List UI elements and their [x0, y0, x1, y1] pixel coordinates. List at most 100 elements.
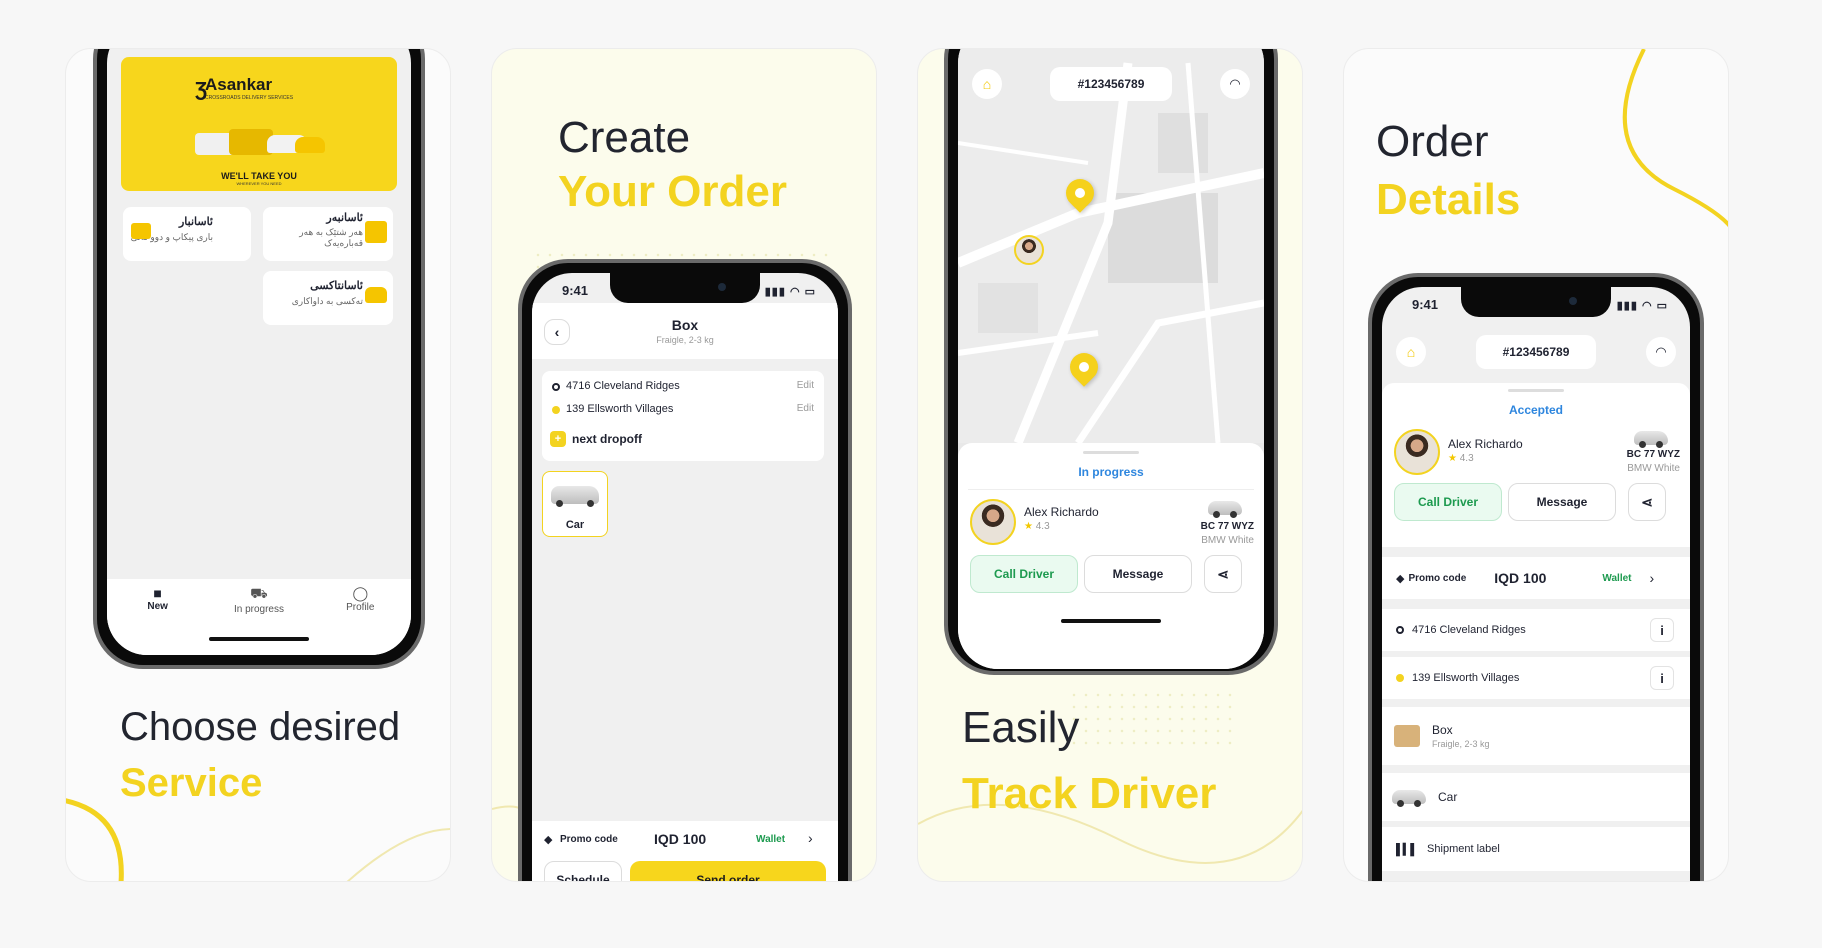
page-title: Box [671, 317, 699, 333]
pickup-dot-icon [552, 383, 560, 391]
support-button[interactable]: ◠ [1220, 69, 1250, 99]
home-icon: ⌂ [1406, 344, 1416, 360]
plus-icon: + [550, 431, 566, 447]
phone-frame: 9:41 ▮▮▮ ◠ ▭ ⌂ #123456789 ◠ Accepted Ale… [1368, 273, 1704, 881]
caption-line1: Choose desired [120, 705, 401, 749]
headset-icon: ◠ [1655, 344, 1667, 359]
status-bar: 9:41 ▮▮▮ ◠ ▭ [532, 283, 838, 301]
shipment-label-row[interactable]: ▌▍▌ Shipment label [1382, 827, 1690, 871]
nav-new[interactable]: ■ New [118, 585, 198, 655]
share-button[interactable]: ⋖ [1204, 555, 1242, 593]
car-icon [1634, 431, 1668, 448]
map-view[interactable] [958, 48, 1264, 443]
sheet-handle[interactable] [1083, 451, 1139, 454]
car-icon [1392, 790, 1426, 807]
package-info: Box Fraigle, 2-3 kg [1432, 723, 1490, 749]
promo-code-button[interactable]: Promo code [1408, 573, 1466, 584]
rating-value: 4.3 [1035, 521, 1050, 532]
user-icon: ◯ [352, 585, 369, 601]
info-button[interactable]: i [1650, 618, 1674, 642]
send-order-button[interactable]: Send order [630, 861, 826, 881]
address-pickup: 4716 Cleveland Ridges [566, 380, 680, 392]
home-button[interactable]: ⌂ [972, 69, 1002, 99]
phone-frame: ⌂ #123456789 ◠ In progress Alex Richardo… [944, 48, 1278, 675]
nav-in-progress[interactable]: ⛟ In progress [219, 585, 299, 655]
screenshot-card-order-details: Order Details 9:41 ▮▮▮ ◠ ▭ ⌂ #123456789 … [1343, 48, 1729, 882]
share-button[interactable]: ⋖ [1628, 483, 1666, 521]
route-card: 4716 Cleveland Ridges Edit 139 Ellsworth… [542, 371, 824, 461]
brand-logo-icon: Ʒ [195, 79, 208, 101]
edit-link[interactable]: Edit [797, 403, 814, 414]
car-icon [1208, 501, 1242, 518]
nav-label: In progress [233, 604, 284, 615]
sheet-handle[interactable] [1508, 389, 1564, 392]
promo-code-button[interactable]: Promo code [560, 834, 618, 845]
bottom-nav: ■ New ⛟ In progress ◯ Profile [107, 579, 411, 655]
vehicle-option-car[interactable]: Car [542, 471, 608, 537]
driver-name: Alex Richardo [1448, 437, 1523, 451]
driver-location-avatar[interactable] [1014, 235, 1044, 265]
address-row-dropoff: 139 Ellsworth Villages i [1382, 657, 1690, 699]
rating-value: 4.3 [1459, 453, 1474, 464]
info-button[interactable]: i [1650, 666, 1674, 690]
phone-screen: 9:41 ▮▮▮ ◠ ▭ ‹ Box Fraigle, 2-3 kg 4716 … [532, 273, 838, 881]
truck-icon [131, 223, 151, 239]
home-indicator [209, 637, 309, 641]
nav-profile[interactable]: ◯ Profile [320, 585, 400, 655]
call-driver-button[interactable]: Call Driver [1394, 483, 1502, 521]
pickup-dot-icon [1396, 626, 1404, 634]
service-card-asanber[interactable]: ئاسانبەر هەر شتێک بە هەر قەبارەیەک [263, 207, 393, 261]
vehicle-label: Car [565, 519, 585, 531]
star-icon: ★ [1024, 521, 1033, 532]
order-status: Accepted [1508, 403, 1564, 417]
share-icon: ⋖ [1641, 493, 1653, 510]
caption: Order Details [1376, 113, 1520, 229]
nav-label: Profile [346, 602, 375, 613]
edit-link[interactable]: Edit [797, 380, 814, 391]
car-plate: BC 77 WYZ [1200, 521, 1254, 532]
order-amount: IQD 100 [654, 831, 707, 847]
driver-rating: ★ 4.3 [1024, 521, 1050, 532]
status-time: 9:41 [1412, 297, 1439, 312]
driver-name: Alex Richardo [1024, 505, 1099, 519]
shipment-label: Shipment label [1427, 843, 1500, 855]
service-title: ئاسانتاکسی [310, 280, 363, 292]
screenshot-card-service: Asankar CROSSROADS DELIVERY SERVICES Ʒ W… [65, 48, 451, 882]
truck-outline-icon: ⛟ [250, 585, 268, 601]
wallet-button[interactable]: Wallet [756, 834, 785, 845]
caption: Create Your Order [558, 111, 787, 219]
home-icon: ⌂ [982, 76, 992, 92]
message-button[interactable]: Message [1084, 555, 1192, 593]
chevron-right-icon: › [808, 830, 813, 846]
schedule-button[interactable]: Schedule [544, 861, 622, 881]
order-amount: IQD 100 [1494, 570, 1547, 586]
divider [968, 489, 1254, 490]
call-driver-button[interactable]: Call Driver [970, 555, 1078, 593]
service-card-asantaxi[interactable]: ئاسانتاکسی تەکسی بە داواکاری [263, 271, 393, 325]
next-dropoff-button[interactable]: next dropoff [572, 432, 642, 446]
share-icon: ⋖ [1217, 565, 1229, 582]
wallet-button[interactable]: Wallet [1602, 573, 1631, 584]
service-desc: تەکسی بە داواکاری [291, 296, 363, 306]
service-card-asanbar[interactable]: ئاسانبار باری پیکاپ و دوو تەنی [123, 207, 251, 261]
star-icon: ★ [1448, 453, 1457, 464]
caption-line2: Service [120, 761, 263, 805]
box-icon [1394, 725, 1420, 747]
payment-row: ◆ Promo code IQD 100 Wallet › [1382, 557, 1690, 599]
caption-line1: Order [1376, 117, 1489, 166]
home-button[interactable]: ⌂ [1396, 337, 1426, 367]
order-id-badge: #123456789 [1476, 335, 1596, 369]
avatar [970, 499, 1016, 545]
promo-banner[interactable]: Asankar CROSSROADS DELIVERY SERVICES Ʒ W… [121, 57, 397, 191]
message-button[interactable]: Message [1508, 483, 1616, 521]
dropoff-dot-icon [552, 406, 560, 414]
header: ‹ Box Fraigle, 2-3 kg [532, 303, 838, 359]
box-icon: ■ [153, 585, 162, 601]
order-id-badge: #123456789 [1050, 67, 1172, 101]
phone-frame: 9:41 ▮▮▮ ◠ ▭ ‹ Box Fraigle, 2-3 kg 4716 … [518, 259, 852, 881]
package-title: Box [1432, 723, 1453, 737]
support-button[interactable]: ◠ [1646, 337, 1676, 367]
car-icon [551, 486, 599, 507]
nav-label: New [147, 601, 168, 612]
driver-rating: ★ 4.3 [1448, 453, 1474, 464]
